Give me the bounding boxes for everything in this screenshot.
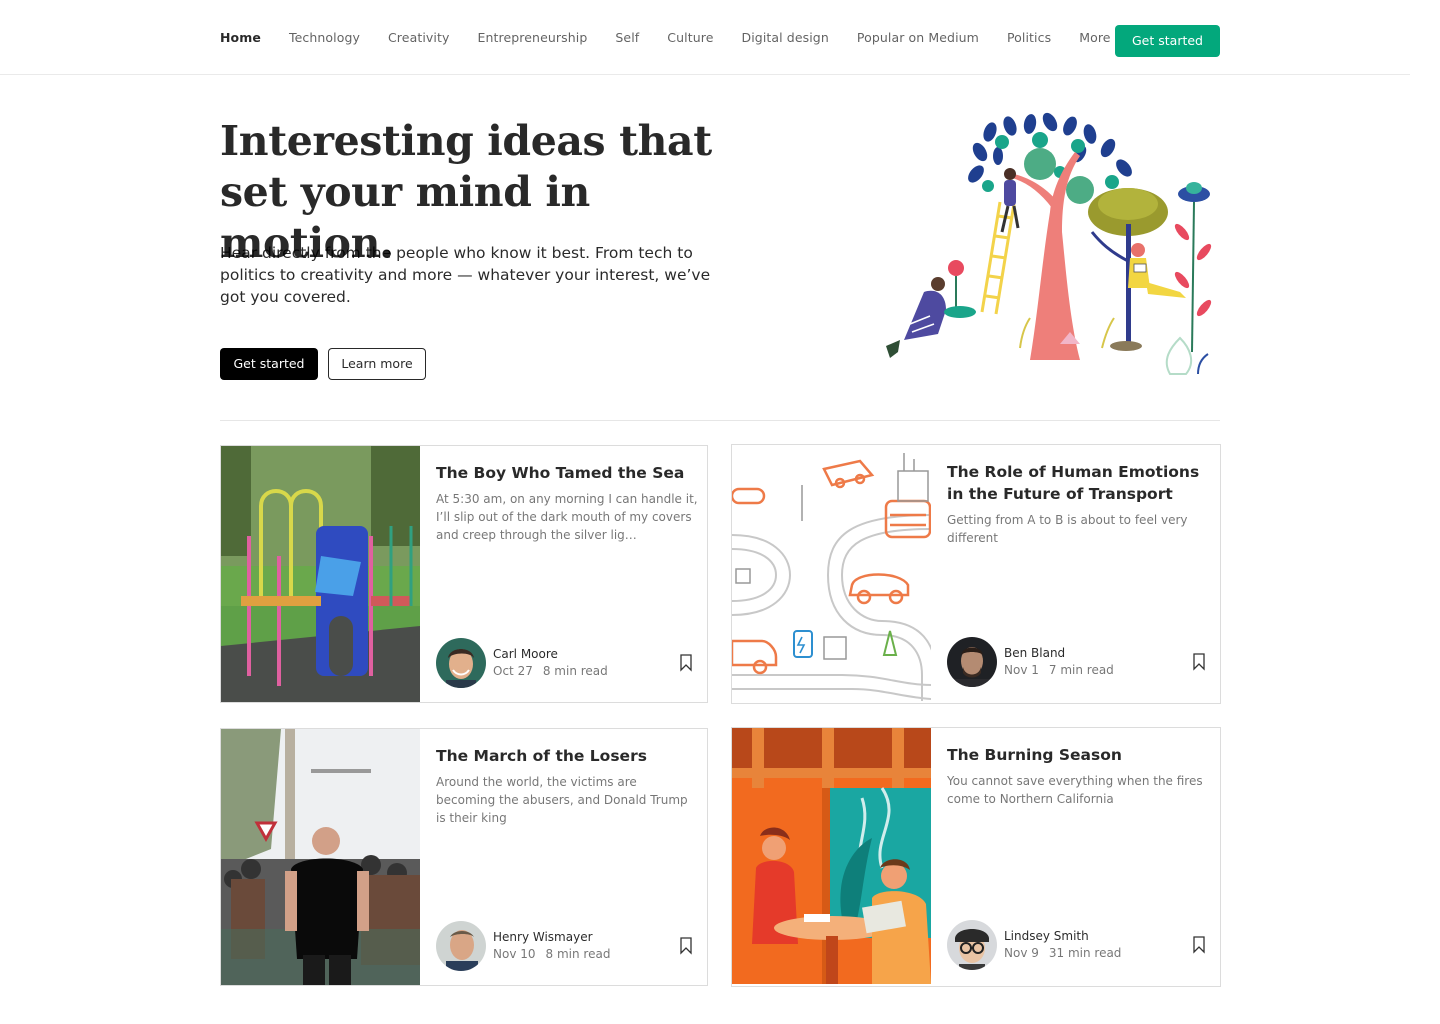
story-card[interactable]: The Boy Who Tamed the Sea At 5:30 am, on…	[220, 445, 708, 703]
bookmark-icon[interactable]	[679, 937, 693, 955]
story-title[interactable]: The Boy Who Tamed the Sea	[436, 462, 694, 484]
nav-get-started-button[interactable]: Get started	[1115, 25, 1220, 57]
protest-crowd-photo-icon	[221, 729, 420, 985]
nav-item-home[interactable]: Home	[220, 30, 261, 45]
story-title[interactable]: The Burning Season	[947, 744, 1205, 766]
story-title[interactable]: The March of the Losers	[436, 745, 694, 767]
bookmark-icon[interactable]	[679, 654, 693, 672]
nav-item-creativity[interactable]: Creativity	[388, 30, 450, 45]
story-thumbnail[interactable]	[732, 445, 931, 703]
nav-item-popular-on-medium[interactable]: Popular on Medium	[857, 30, 979, 45]
couple-at-table-illustration-icon	[732, 728, 931, 984]
author-name[interactable]: Lindsey Smith	[1004, 929, 1089, 943]
story-title[interactable]: The Role of Human Emotions in the Future…	[947, 461, 1205, 505]
nav-item-entrepreneurship[interactable]: Entrepreneurship	[477, 30, 587, 45]
author-name[interactable]: Henry Wismayer	[493, 930, 593, 944]
transport-roads-illustration-icon	[732, 445, 931, 701]
story-read-time: 31 min read	[1048, 946, 1122, 960]
trees-and-people-illustration-icon	[886, 112, 1212, 375]
avatar-photo-icon	[947, 920, 997, 970]
nav-item-technology[interactable]: Technology	[289, 30, 360, 45]
author-avatar[interactable]	[947, 920, 997, 970]
story-description: At 5:30 am, on any morning I can handle …	[436, 492, 698, 542]
nav-item-more[interactable]: More	[1079, 30, 1110, 45]
story-date: Nov 9	[1004, 946, 1039, 960]
hero-subtitle: Hear directly from the people who know i…	[220, 244, 711, 306]
avatar-photo-icon	[436, 638, 486, 688]
top-navigation: Home Technology Creativity Entrepreneurs…	[0, 0, 1410, 75]
author-avatar[interactable]	[436, 638, 486, 688]
story-meta: Nov 9 31 min read	[1004, 946, 1121, 960]
topic-nav-list: Home Technology Creativity Entrepreneurs…	[220, 30, 1139, 45]
section-divider	[220, 420, 1220, 421]
story-date: Nov 10	[493, 947, 536, 961]
avatar-photo-icon	[436, 921, 486, 971]
nav-item-culture[interactable]: Culture	[667, 30, 713, 45]
nav-item-politics[interactable]: Politics	[1007, 30, 1051, 45]
hero-learn-more-button[interactable]: Learn more	[328, 348, 426, 380]
avatar-photo-icon	[947, 637, 997, 687]
story-read-time: 7 min read	[1048, 663, 1114, 677]
bookmark-icon[interactable]	[1192, 653, 1206, 671]
author-avatar[interactable]	[947, 637, 997, 687]
story-thumbnail[interactable]	[221, 446, 420, 702]
story-card[interactable]: The March of the Losers Around the world…	[220, 728, 708, 986]
story-description: Getting from A to B is about to feel ver…	[947, 513, 1188, 545]
nav-inner: Home Technology Creativity Entrepreneurs…	[220, 0, 1220, 75]
story-read-time: 8 min read	[542, 664, 608, 678]
story-card[interactable]: The Role of Human Emotions in the Future…	[731, 444, 1221, 704]
hero-get-started-button[interactable]: Get started	[220, 348, 318, 380]
story-card[interactable]: The Burning Season You cannot save every…	[731, 727, 1221, 987]
author-name[interactable]: Ben Bland	[1004, 646, 1065, 660]
story-description: Around the world, the victims are becomi…	[436, 775, 688, 825]
story-thumbnail[interactable]	[732, 728, 931, 986]
playground-photo-icon	[221, 446, 420, 702]
nav-item-self[interactable]: Self	[615, 30, 639, 45]
hero-illustration	[880, 112, 1220, 382]
nav-item-digital-design[interactable]: Digital design	[741, 30, 828, 45]
author-avatar[interactable]	[436, 921, 486, 971]
story-meta: Nov 1 7 min read	[1004, 663, 1114, 677]
story-meta: Nov 10 8 min read	[493, 947, 610, 961]
story-date: Oct 27	[493, 664, 533, 678]
story-read-time: 8 min read	[545, 947, 611, 961]
story-date: Nov 1	[1004, 663, 1039, 677]
story-description: You cannot save everything when the fire…	[947, 774, 1203, 806]
bookmark-icon[interactable]	[1192, 936, 1206, 954]
author-name[interactable]: Carl Moore	[493, 647, 558, 661]
story-meta: Oct 27 8 min read	[493, 664, 608, 678]
story-thumbnail[interactable]	[221, 729, 420, 985]
